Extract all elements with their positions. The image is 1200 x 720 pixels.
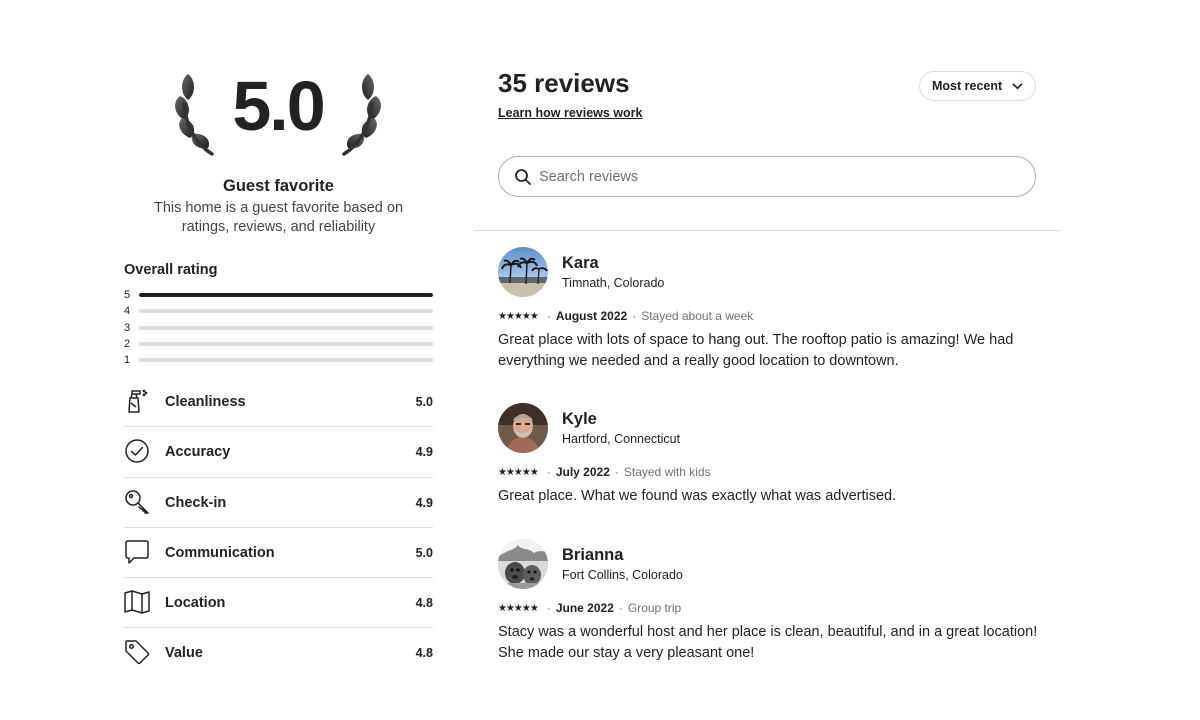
review-meta: ★★★★★ · August 2022 · Stayed about a wee… xyxy=(498,309,753,323)
overall-rating-label: Overall rating xyxy=(124,262,218,278)
search-reviews-input[interactable] xyxy=(539,157,1019,196)
guest-favorite-title: Guest favorite xyxy=(223,177,334,195)
category-check-in: Check-in 4.9 xyxy=(124,478,433,528)
category-score: 4.8 xyxy=(415,596,433,611)
reviewer-avatar[interactable] xyxy=(498,247,548,297)
spray-bottle-icon xyxy=(128,389,148,413)
category-score: 5.0 xyxy=(415,395,433,409)
reviewer-location: Timnath, Colorado xyxy=(562,276,665,290)
guest-favorite-description: This home is a guest favorite based on r… xyxy=(153,200,404,235)
rating-distribution: 5 4 3 2 1 xyxy=(124,288,433,369)
rating-bar-track xyxy=(139,325,433,330)
review-date: July 2022 xyxy=(555,465,610,479)
separator-dot: · xyxy=(546,309,551,323)
separator-dot: · xyxy=(614,465,619,479)
reviewer-location: Hartford, Connecticut xyxy=(562,432,681,446)
rating-bar-4: 4 xyxy=(124,304,433,320)
learn-how-reviews-work-link[interactable]: Learn how reviews work xyxy=(498,106,643,120)
category-score: 4.9 xyxy=(415,445,433,460)
star-rating: ★★★★★ xyxy=(498,310,539,322)
rating-bar-2: 2 xyxy=(124,337,433,353)
category-label: Cleanliness xyxy=(165,394,246,410)
separator-dot: · xyxy=(618,601,623,615)
separator-dot: · xyxy=(546,465,551,479)
key-icon xyxy=(125,489,149,514)
category-label: Check-in xyxy=(165,494,227,511)
separator-dot: · xyxy=(546,601,551,615)
chat-bubble-icon xyxy=(125,540,149,564)
reviewer-name: Kyle xyxy=(562,410,597,428)
review-meta: ★★★★★ · June 2022 · Group trip xyxy=(498,601,681,615)
rating-bar-track xyxy=(139,358,433,363)
rating-bar-star-label: 3 xyxy=(124,321,131,334)
price-tag-icon xyxy=(125,640,150,665)
map-icon xyxy=(124,590,150,614)
review-text: Great place. What we found was exactly w… xyxy=(498,488,897,504)
separator-dot: · xyxy=(632,309,637,323)
category-value: Value 4.8 xyxy=(124,628,433,678)
reviewer-name: Brianna xyxy=(562,546,624,564)
category-communication: Communication 5.0 xyxy=(124,528,433,579)
category-label: Accuracy xyxy=(165,444,231,461)
star-rating: ★★★★★ xyxy=(498,466,539,478)
rating-bar-track xyxy=(139,309,433,314)
rating-bar-track xyxy=(139,293,433,297)
trip-type: Group trip xyxy=(627,601,682,615)
review-date: June 2022 xyxy=(555,601,614,615)
laurel-right-icon xyxy=(342,74,381,156)
rating-bar-3: 3 xyxy=(124,321,433,337)
sort-label: Most recent xyxy=(932,79,1003,93)
trip-type: Stayed about a week xyxy=(641,309,754,323)
trip-type: Stayed with kids xyxy=(623,465,711,479)
category-cleanliness: Cleanliness 5.0 xyxy=(124,377,433,428)
review-text: Great place with lots of space to hang o… xyxy=(498,332,1014,369)
rating-bar-track xyxy=(139,341,433,346)
guest-favorite-badge: 5.0 xyxy=(168,62,388,162)
review-meta: ★★★★★ · July 2022 · Stayed with kids xyxy=(498,465,711,479)
review-date: August 2022 xyxy=(555,309,628,323)
rating-bar-star-label: 2 xyxy=(124,337,131,350)
reviewer-avatar[interactable] xyxy=(498,539,548,589)
check-circle-icon xyxy=(125,439,149,464)
search-reviews-box[interactable] xyxy=(498,156,1036,197)
sort-dropdown-button[interactable]: Most recent xyxy=(919,71,1036,101)
chevron-down-icon xyxy=(1012,83,1023,90)
reviews-count-heading: 35 reviews xyxy=(498,68,630,98)
reviewer-avatar[interactable] xyxy=(498,403,548,453)
reviewer-name: Kara xyxy=(562,254,599,272)
review-text: Stacy was a wonderful host and her place… xyxy=(498,624,1038,661)
section-divider xyxy=(474,230,1061,231)
category-label: Location xyxy=(165,595,226,612)
rating-bar-1: 1 xyxy=(124,353,433,369)
reviewer-location: Fort Collins, Colorado xyxy=(562,568,683,582)
rating-bar-star-label: 4 xyxy=(124,305,131,318)
rating-bar-5: 5 xyxy=(124,288,433,304)
category-score: 5.0 xyxy=(415,545,433,560)
category-label: Communication xyxy=(165,544,275,561)
category-label: Value xyxy=(165,645,203,662)
rating-bar-star-label: 1 xyxy=(124,354,131,367)
category-accuracy: Accuracy 4.9 xyxy=(124,427,433,478)
rating-bar-fill xyxy=(139,293,433,297)
rating-bar-star-label: 5 xyxy=(124,289,131,301)
category-location: Location 4.8 xyxy=(124,578,433,629)
category-score: 4.9 xyxy=(415,495,433,510)
category-ratings: Cleanliness 5.0 Accuracy 4.9 Check-in 4.… xyxy=(124,377,433,679)
search-icon xyxy=(515,169,531,185)
star-rating: ★★★★★ xyxy=(498,602,539,614)
category-score: 4.8 xyxy=(415,646,433,661)
